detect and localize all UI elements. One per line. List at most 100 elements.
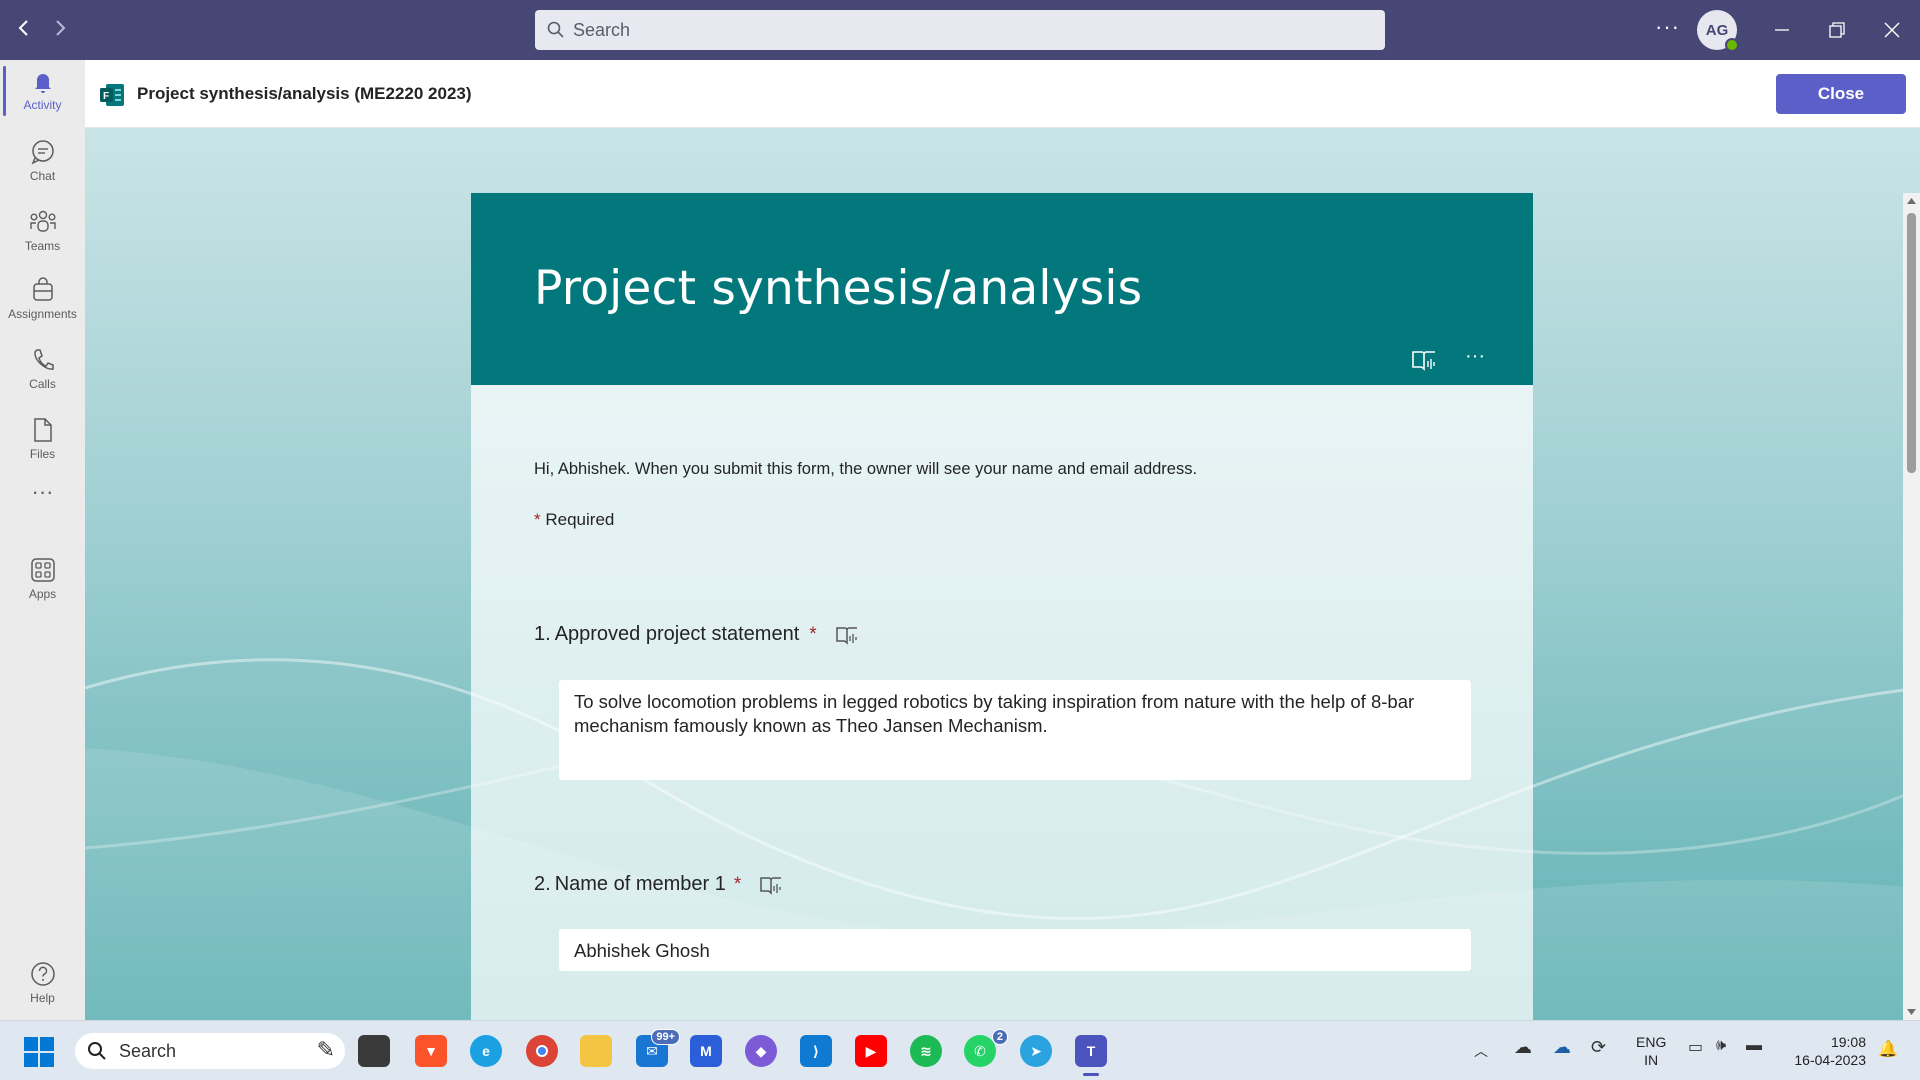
sync-icon[interactable]: ⟳ (1591, 1037, 1606, 1058)
onedrive-icon[interactable]: ☁ (1514, 1037, 1532, 1058)
taskbar-search-label: Search (119, 1040, 177, 1061)
help-icon (30, 962, 55, 986)
show-hidden-icons-chevron-icon[interactable]: ︿ (1474, 1041, 1488, 1061)
active-app-indicator (1083, 1073, 1099, 1076)
restore-icon[interactable] (1823, 16, 1851, 44)
teams-app-icon[interactable]: T (1075, 1035, 1107, 1067)
taskbar-search[interactable]: Search ✎ (75, 1033, 345, 1069)
clock-date: 16-04-2023 (1794, 1052, 1866, 1068)
mail-icon[interactable]: ✉ 99+ (636, 1029, 680, 1067)
form-more-options-icon[interactable]: ··· (1465, 345, 1485, 368)
forward-arrow-icon[interactable] (48, 18, 72, 42)
forms-logo-icon: F (100, 84, 124, 106)
app-title: Project synthesis/analysis (ME2220 2023) (137, 84, 472, 103)
scroll-down-arrow-icon[interactable] (1907, 1008, 1916, 1016)
task-view-icon[interactable] (358, 1035, 390, 1067)
form-card: Project synthesis/analysis ··· Hi, Abhis… (471, 193, 1533, 1020)
battery-icon[interactable]: ▬ (1746, 1037, 1762, 1055)
more-options-icon[interactable]: ··· (1655, 14, 1680, 40)
chat-icon (31, 140, 54, 165)
whiteboard-icon[interactable]: M (690, 1035, 722, 1067)
required-star: * (534, 510, 541, 529)
scroll-up-arrow-icon[interactable] (1907, 197, 1916, 205)
bell-icon (34, 74, 51, 93)
rail-label: Apps (28, 587, 57, 601)
search-highlight-icon: ✎ (316, 1037, 335, 1062)
copilot-icon[interactable]: ◆ (745, 1035, 777, 1067)
apps-icon (30, 558, 55, 582)
app-header: F Project synthesis/analysis (ME2220 202… (85, 60, 1920, 128)
rail-item-apps[interactable]: Apps (0, 548, 85, 610)
chrome-browser-icon[interactable] (526, 1035, 558, 1067)
rail-label: Activity (23, 98, 62, 112)
required-star: * (733, 873, 742, 895)
close-button[interactable]: Close (1776, 74, 1906, 114)
minimize-icon[interactable] (1768, 16, 1796, 44)
search-icon (547, 21, 564, 38)
immersive-reader-icon[interactable] (759, 875, 783, 895)
windows-start-icon[interactable] (24, 1037, 54, 1072)
youtube-icon[interactable]: ▶ (855, 1035, 887, 1067)
question-text: Approved project statement (554, 623, 800, 645)
search-input[interactable]: Search (535, 10, 1385, 50)
telegram-icon[interactable]: ➤ (1020, 1035, 1052, 1067)
onedrive-error-icon[interactable]: ☁ (1553, 1037, 1571, 1058)
immersive-reader-icon[interactable] (1411, 349, 1437, 376)
taskbar: Search ✎ ▼ e ✉ 99+ M ◆ ⟩ ▶ ≋ ✆ 2 ➤ T ︿ ☁ ☁… (0, 1020, 1920, 1080)
form-content-area: Project synthesis/analysis ··· Hi, Abhis… (85, 128, 1920, 1020)
immersive-reader-icon[interactable] (835, 625, 859, 645)
rail-item-assignments[interactable]: Assignments (0, 268, 85, 330)
mail-badge: 99+ (651, 1029, 680, 1045)
phone-icon (33, 349, 54, 370)
file-explorer-icon[interactable] (580, 1035, 612, 1067)
question-2-answer-field[interactable]: Abhishek Ghosh (559, 929, 1471, 971)
rail-item-activity[interactable]: Activity (0, 60, 85, 122)
rail-item-teams[interactable]: Teams (0, 200, 85, 262)
edge-browser-icon[interactable]: e (470, 1035, 502, 1067)
rail-item-calls[interactable]: Calls (0, 338, 85, 400)
rail-label: Assignments (8, 307, 77, 321)
lang-line-2: IN (1644, 1052, 1659, 1068)
required-label: Required (545, 510, 615, 529)
question-2-title: 2. Name of member 1 * (534, 873, 783, 896)
vertical-scrollbar[interactable] (1903, 193, 1920, 1020)
network-icon[interactable]: ▭ (1688, 1037, 1703, 1057)
title-bar: Search ··· AG (0, 0, 1920, 60)
language-indicator[interactable]: ENG IN (1636, 1033, 1666, 1069)
rail-label: Chat (29, 169, 56, 183)
clock[interactable]: 19:08 16-04-2023 (1784, 1033, 1866, 1069)
notification-bell-icon[interactable]: 🔔 (1878, 1039, 1898, 1059)
vscode-icon[interactable]: ⟩ (800, 1035, 832, 1067)
file-icon (33, 418, 52, 442)
required-note: * Required (534, 510, 614, 530)
form-title: Project synthesis/analysis (534, 261, 1143, 316)
rail-item-files[interactable]: Files (0, 408, 85, 470)
rail-item-chat[interactable]: Chat (0, 130, 85, 192)
presence-available-icon (1725, 38, 1739, 52)
brave-browser-icon[interactable]: ▼ (415, 1035, 447, 1067)
rail-label: Help (30, 991, 55, 1005)
assignments-icon (32, 277, 53, 301)
avatar[interactable]: AG (1697, 10, 1739, 52)
form-intro-text: Hi, Abhishek. When you submit this form,… (534, 460, 1198, 478)
search-icon (88, 1042, 106, 1060)
rail-label: Calls (29, 377, 56, 391)
question-1-answer-field[interactable]: To solve locomotion problems in legged r… (559, 680, 1471, 780)
whatsapp-icon[interactable]: ✆ 2 (964, 1029, 1008, 1067)
rail-item-help[interactable]: Help (0, 952, 85, 1014)
avatar-initials: AG (1705, 21, 1729, 39)
teams-icon (29, 210, 56, 232)
scrollbar-thumb[interactable] (1907, 213, 1916, 473)
spotify-icon[interactable]: ≋ (910, 1035, 942, 1067)
back-arrow-icon[interactable] (12, 18, 36, 42)
more-apps-icon[interactable]: ··· (0, 472, 85, 512)
lang-line-1: ENG (1636, 1034, 1667, 1050)
app-rail: Activity Chat Teams Assignments Calls Fi… (0, 60, 85, 1020)
volume-icon[interactable]: 🕪 (1716, 1037, 1726, 1055)
required-star: * (809, 623, 817, 645)
question-text: Name of member 1 (554, 873, 726, 895)
svg-text:F: F (103, 91, 109, 102)
rail-label: Files (29, 447, 56, 461)
close-window-icon[interactable] (1878, 16, 1906, 44)
question-1-title: 1. Approved project statement * (534, 623, 859, 646)
